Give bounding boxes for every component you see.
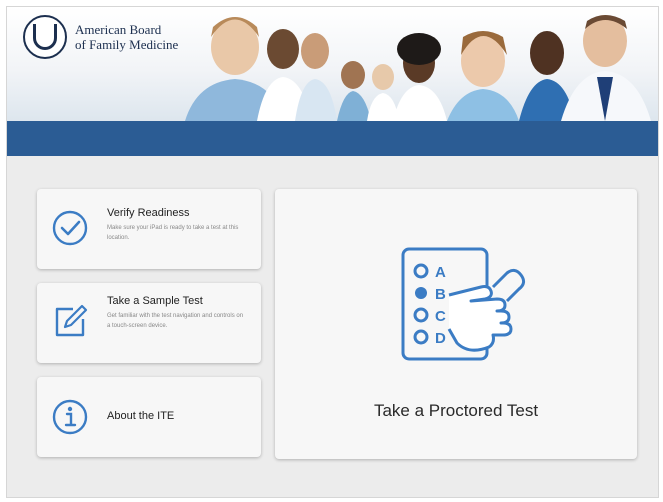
answer-sheet-tap-icon: A B C D — [401, 247, 526, 361]
proctored-test-label: Take a Proctored Test — [373, 401, 539, 420]
option-a-label: A — [435, 264, 446, 281]
verify-readiness-card[interactable]: Verify Readiness Make sure your iPad is … — [37, 189, 261, 269]
doctors-photo — [185, 15, 651, 121]
option-c-label: C — [435, 308, 446, 325]
sample-test-card[interactable]: Take a Sample Test Get familiar with the… — [37, 283, 261, 363]
abfm-logo: American Board of Family Medicine — [23, 15, 178, 59]
verify-text: Verify Readiness Make sure your iPad is … — [107, 207, 247, 243]
header-accent-bar — [7, 121, 658, 156]
app-window: American Board of Family Medicine Verify… — [6, 6, 659, 498]
abfm-seal-icon — [23, 15, 67, 59]
header-banner: American Board of Family Medicine — [7, 7, 658, 121]
proctored-test-card[interactable]: A B C D Take a Proctored Test — [275, 189, 637, 459]
sample-title: Take a Sample Test — [107, 295, 203, 307]
verify-title: Verify Readiness — [107, 207, 190, 219]
sample-description: Get familiar with the test navigation an… — [107, 313, 244, 329]
verify-description: Make sure your iPad is ready to take a t… — [107, 225, 239, 241]
option-b-label: B — [435, 286, 446, 303]
about-text: About the ITE — [107, 410, 247, 422]
edit-pencil-icon — [55, 304, 88, 337]
option-d-label: D — [435, 330, 446, 347]
about-title: About the ITE — [107, 410, 175, 422]
about-ite-card[interactable]: About the ITE — [37, 377, 261, 457]
checkmark-circle-icon — [52, 210, 88, 246]
sample-text: Take a Sample Test Get familiar with the… — [107, 295, 247, 331]
info-circle-icon — [52, 399, 88, 435]
